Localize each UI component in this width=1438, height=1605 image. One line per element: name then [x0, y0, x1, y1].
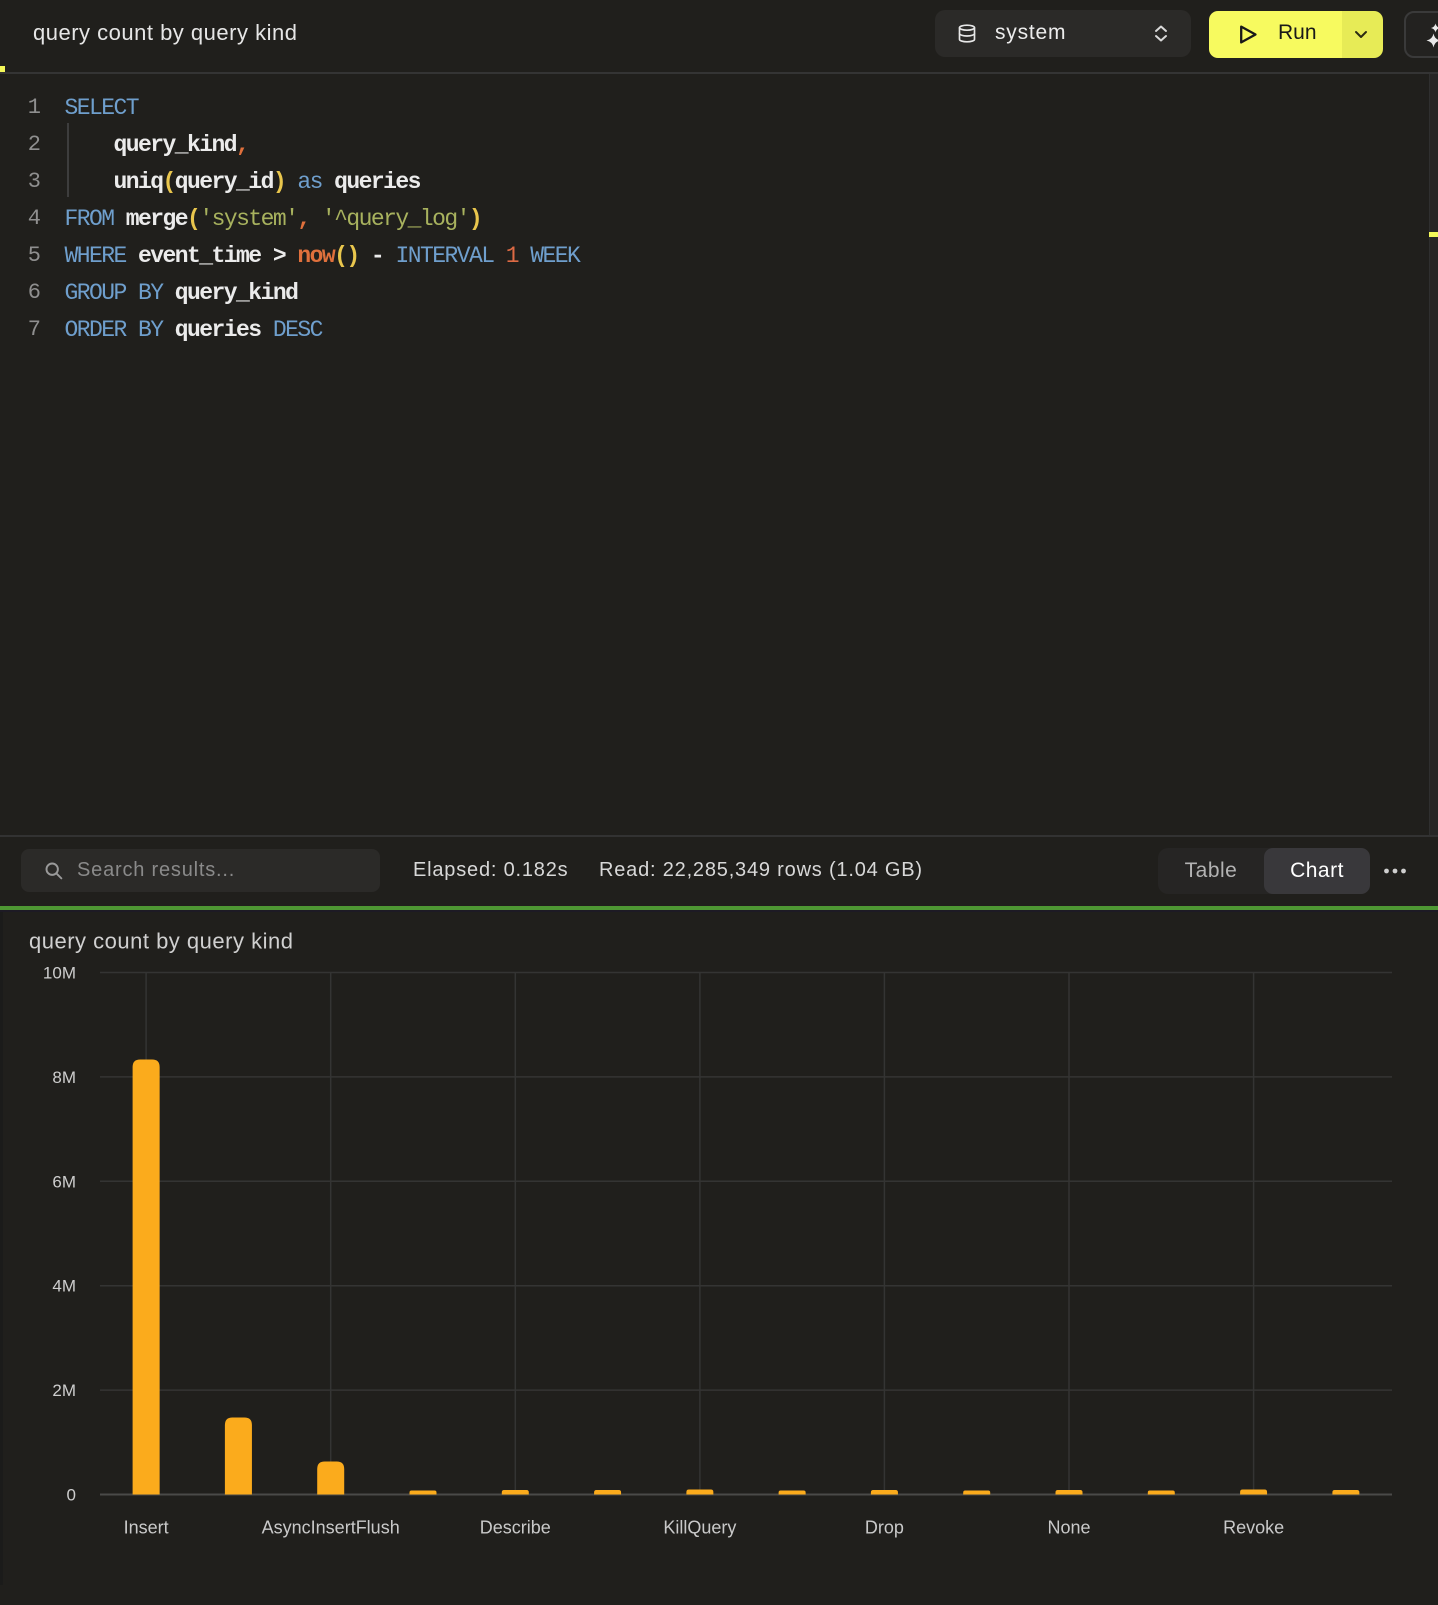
- svg-text:Insert: Insert: [124, 1518, 169, 1538]
- svg-text:2M: 2M: [52, 1381, 76, 1400]
- svg-text:6M: 6M: [52, 1172, 76, 1191]
- svg-text:KillQuery: KillQuery: [663, 1518, 736, 1538]
- svg-text:AsyncInsertFlush: AsyncInsertFlush: [262, 1518, 400, 1538]
- svg-text:Revoke: Revoke: [1223, 1518, 1284, 1538]
- svg-text:Describe: Describe: [480, 1518, 551, 1538]
- svg-text:0: 0: [67, 1486, 76, 1505]
- svg-text:None: None: [1047, 1518, 1090, 1538]
- svg-text:Drop: Drop: [865, 1518, 904, 1538]
- svg-text:8M: 8M: [52, 1068, 76, 1087]
- svg-text:10M: 10M: [43, 964, 76, 983]
- svg-text:4M: 4M: [52, 1277, 76, 1296]
- svg-text:query count by query kind: query count by query kind: [29, 929, 293, 954]
